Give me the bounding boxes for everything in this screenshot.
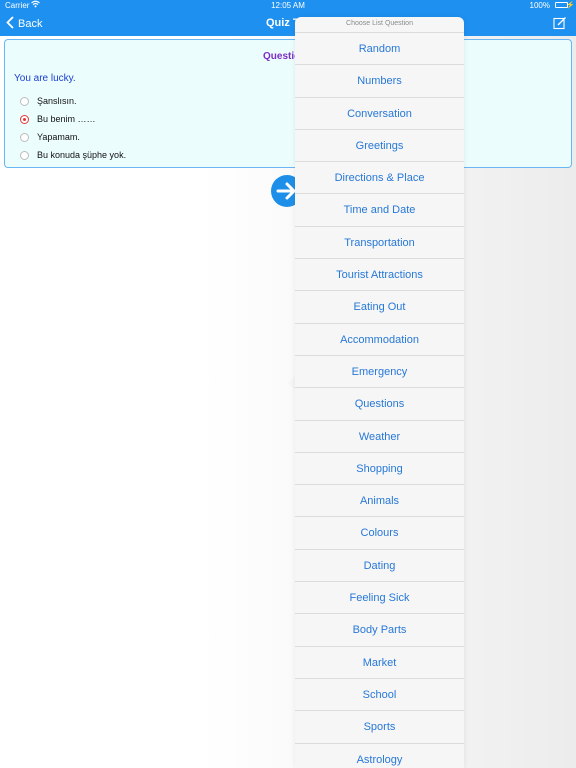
radio-button[interactable] bbox=[20, 150, 29, 160]
list-item[interactable]: Astrology bbox=[295, 744, 464, 768]
list-item[interactable]: Tourist Attractions bbox=[295, 259, 464, 292]
list-item[interactable]: Questions bbox=[295, 388, 464, 421]
answer-option-2[interactable]: Bu benim …… bbox=[20, 110, 126, 128]
list-item[interactable]: Shopping bbox=[295, 453, 464, 486]
list-item[interactable]: Colours bbox=[295, 517, 464, 550]
list-item[interactable]: Weather bbox=[295, 421, 464, 453]
answer-label: Yapamam. bbox=[37, 132, 80, 142]
quiz-card: Questic You are lucky. Şanslısın. Bu ben… bbox=[4, 39, 572, 168]
list-item[interactable]: Body Parts bbox=[295, 614, 464, 647]
popover-title: Choose List Question bbox=[295, 17, 464, 33]
back-label: Back bbox=[18, 17, 43, 30]
charging-icon: ⚡ bbox=[566, 2, 575, 9]
radio-button-selected[interactable] bbox=[20, 114, 29, 124]
list-item[interactable]: Accommodation bbox=[295, 324, 464, 356]
navigation-bar: Back Quiz T bbox=[0, 12, 576, 36]
list-item[interactable]: Greetings bbox=[295, 130, 464, 163]
edit-icon[interactable] bbox=[553, 16, 567, 30]
answer-label: Bu benim …… bbox=[37, 114, 96, 124]
radio-button[interactable] bbox=[20, 96, 29, 106]
chevron-left-icon bbox=[6, 16, 14, 31]
list-item[interactable]: Dating bbox=[295, 550, 464, 583]
question-list: Random Numbers Conversation Greetings Direct… bbox=[295, 33, 464, 768]
answer-label: Bu konuda şüphe yok. bbox=[37, 150, 127, 160]
answer-option-1[interactable]: Şanslısın. bbox=[20, 92, 126, 110]
radio-button[interactable] bbox=[20, 132, 29, 142]
answer-label: Şanslısın. bbox=[37, 96, 77, 106]
list-item[interactable]: Conversation bbox=[295, 98, 464, 130]
list-item[interactable]: Emergency bbox=[295, 356, 464, 389]
popover-arrow bbox=[288, 376, 295, 390]
list-item[interactable]: Transportation bbox=[295, 227, 464, 260]
list-item[interactable]: Directions & Place bbox=[295, 162, 464, 195]
answer-option-4[interactable]: Bu konuda şüphe yok. bbox=[20, 146, 126, 164]
status-bar: Carrier 12:05 AM 100% ⚡ bbox=[0, 0, 576, 12]
list-item[interactable]: Market bbox=[295, 647, 464, 679]
battery-percent: 100% bbox=[529, 1, 550, 10]
back-button[interactable]: Back bbox=[6, 16, 42, 31]
clock: 12:05 AM bbox=[271, 1, 305, 10]
list-item[interactable]: Animals bbox=[295, 485, 464, 518]
list-item[interactable]: Eating Out bbox=[295, 291, 464, 324]
list-item[interactable]: School bbox=[295, 679, 464, 712]
list-item[interactable]: Time and Date bbox=[295, 194, 464, 227]
answer-options: Şanslısın. Bu benim …… Yapamam. Bu konud… bbox=[20, 92, 126, 164]
list-item[interactable]: Numbers bbox=[295, 65, 464, 98]
question-text: You are lucky. bbox=[14, 73, 76, 84]
answer-option-3[interactable]: Yapamam. bbox=[20, 128, 126, 146]
list-item[interactable]: Sports bbox=[295, 711, 464, 744]
list-item[interactable]: Feeling Sick bbox=[295, 582, 464, 615]
list-item[interactable]: Random bbox=[295, 33, 464, 66]
question-list-popover: Choose List Question Random Numbers Conver… bbox=[295, 17, 464, 768]
